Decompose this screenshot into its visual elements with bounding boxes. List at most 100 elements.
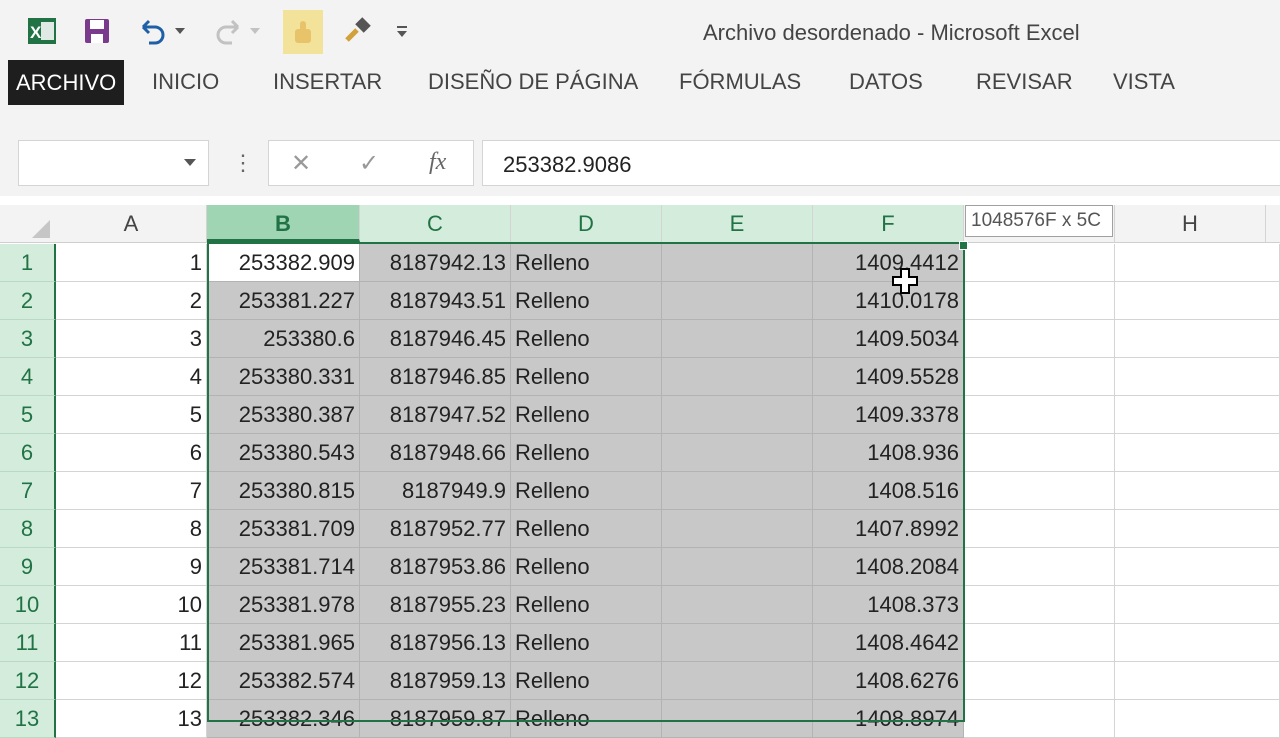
- cell-g8[interactable]: [964, 510, 1115, 548]
- cell-f5[interactable]: 1409.3378: [813, 396, 964, 434]
- cell-b11[interactable]: 253381.965: [207, 624, 360, 662]
- cell-f7[interactable]: 1408.516: [813, 472, 964, 510]
- row-header[interactable]: 5: [0, 396, 56, 434]
- cell-f1[interactable]: 1409.4412: [813, 244, 964, 282]
- cell-a13[interactable]: 13: [56, 700, 207, 738]
- customize-qat-icon[interactable]: [390, 14, 414, 48]
- cell-e10[interactable]: [662, 586, 813, 624]
- cell-h7[interactable]: [1115, 472, 1280, 510]
- cell-a8[interactable]: 8: [56, 510, 207, 548]
- cell-b4[interactable]: 253380.331: [207, 358, 360, 396]
- row-header[interactable]: 2: [0, 282, 56, 320]
- cell-f8[interactable]: 1407.8992: [813, 510, 964, 548]
- cell-b10[interactable]: 253381.978: [207, 586, 360, 624]
- tab-vista[interactable]: VISTA: [1113, 58, 1175, 105]
- tab-inicio[interactable]: INICIO: [152, 58, 219, 105]
- cell-a10[interactable]: 10: [56, 586, 207, 624]
- row-header[interactable]: 7: [0, 472, 56, 510]
- cell-a12[interactable]: 12: [56, 662, 207, 700]
- column-header-d[interactable]: D: [511, 205, 662, 242]
- tab-formulas[interactable]: FÓRMULAS: [679, 58, 801, 105]
- cell-d3[interactable]: Relleno: [511, 320, 662, 358]
- cancel-icon[interactable]: ✕: [291, 149, 311, 178]
- grip-dots-icon[interactable]: ⋮: [232, 150, 254, 176]
- cell-c13[interactable]: 8187959.87: [360, 700, 511, 738]
- cell-e5[interactable]: [662, 396, 813, 434]
- cell-h2[interactable]: [1115, 282, 1280, 320]
- cell-f9[interactable]: 1408.2084: [813, 548, 964, 586]
- column-header-e[interactable]: E: [662, 205, 813, 242]
- cell-e7[interactable]: [662, 472, 813, 510]
- cell-h1[interactable]: [1115, 244, 1280, 282]
- cell-c6[interactable]: 8187948.66: [360, 434, 511, 472]
- cell-b13[interactable]: 253382.346: [207, 700, 360, 738]
- cell-f4[interactable]: 1409.5528: [813, 358, 964, 396]
- fill-handle[interactable]: [959, 241, 968, 250]
- cell-h13[interactable]: [1115, 700, 1280, 738]
- cell-e3[interactable]: [662, 320, 813, 358]
- cell-d6[interactable]: Relleno: [511, 434, 662, 472]
- cell-h9[interactable]: [1115, 548, 1280, 586]
- cell-g9[interactable]: [964, 548, 1115, 586]
- column-header-b[interactable]: B: [207, 205, 360, 242]
- cell-h11[interactable]: [1115, 624, 1280, 662]
- column-header-a[interactable]: A: [56, 205, 207, 242]
- cell-h4[interactable]: [1115, 358, 1280, 396]
- cell-g13[interactable]: [964, 700, 1115, 738]
- cell-b2[interactable]: 253381.227: [207, 282, 360, 320]
- cell-h10[interactable]: [1115, 586, 1280, 624]
- cell-b9[interactable]: 253381.714: [207, 548, 360, 586]
- cell-c9[interactable]: 8187953.86: [360, 548, 511, 586]
- cell-e12[interactable]: [662, 662, 813, 700]
- cell-b3[interactable]: 253380.6: [207, 320, 360, 358]
- row-header[interactable]: 10: [0, 586, 56, 624]
- cell-e8[interactable]: [662, 510, 813, 548]
- cell-g1[interactable]: [964, 244, 1115, 282]
- tab-datos[interactable]: DATOS: [849, 58, 923, 105]
- cell-e11[interactable]: [662, 624, 813, 662]
- format-painter-icon[interactable]: [343, 14, 373, 48]
- name-box[interactable]: [18, 140, 209, 186]
- cell-h12[interactable]: [1115, 662, 1280, 700]
- cell-e6[interactable]: [662, 434, 813, 472]
- cell-c8[interactable]: 8187952.77: [360, 510, 511, 548]
- cell-c7[interactable]: 8187949.9: [360, 472, 511, 510]
- row-header[interactable]: 1: [0, 244, 56, 282]
- cell-h6[interactable]: [1115, 434, 1280, 472]
- excel-logo-icon[interactable]: X: [27, 14, 57, 48]
- cell-a1[interactable]: 1: [56, 244, 207, 282]
- cell-h3[interactable]: [1115, 320, 1280, 358]
- cell-g11[interactable]: [964, 624, 1115, 662]
- cell-d8[interactable]: Relleno: [511, 510, 662, 548]
- cell-b1[interactable]: 253382.909: [207, 244, 360, 282]
- tab-insertar[interactable]: INSERTAR: [273, 58, 382, 105]
- redo-icon[interactable]: [212, 14, 262, 48]
- cell-g2[interactable]: [964, 282, 1115, 320]
- cell-f11[interactable]: 1408.4642: [813, 624, 964, 662]
- cell-c11[interactable]: 8187956.13: [360, 624, 511, 662]
- cell-g10[interactable]: [964, 586, 1115, 624]
- cell-g7[interactable]: [964, 472, 1115, 510]
- row-header[interactable]: 6: [0, 434, 56, 472]
- cell-c12[interactable]: 8187959.13: [360, 662, 511, 700]
- cell-d7[interactable]: Relleno: [511, 472, 662, 510]
- cell-b5[interactable]: 253380.387: [207, 396, 360, 434]
- cell-d10[interactable]: Relleno: [511, 586, 662, 624]
- cell-c5[interactable]: 8187947.52: [360, 396, 511, 434]
- cell-a11[interactable]: 11: [56, 624, 207, 662]
- cell-d4[interactable]: Relleno: [511, 358, 662, 396]
- cell-b8[interactable]: 253381.709: [207, 510, 360, 548]
- column-header-c[interactable]: C: [360, 205, 511, 242]
- cell-b6[interactable]: 253380.543: [207, 434, 360, 472]
- formula-input[interactable]: 253382.9086: [482, 140, 1280, 186]
- cell-b12[interactable]: 253382.574: [207, 662, 360, 700]
- row-header[interactable]: 4: [0, 358, 56, 396]
- row-header[interactable]: 12: [0, 662, 56, 700]
- cell-a3[interactable]: 3: [56, 320, 207, 358]
- cell-b7[interactable]: 253380.815: [207, 472, 360, 510]
- cell-e4[interactable]: [662, 358, 813, 396]
- select-all-button[interactable]: [0, 205, 56, 242]
- cell-d5[interactable]: Relleno: [511, 396, 662, 434]
- cell-e1[interactable]: [662, 244, 813, 282]
- cell-a5[interactable]: 5: [56, 396, 207, 434]
